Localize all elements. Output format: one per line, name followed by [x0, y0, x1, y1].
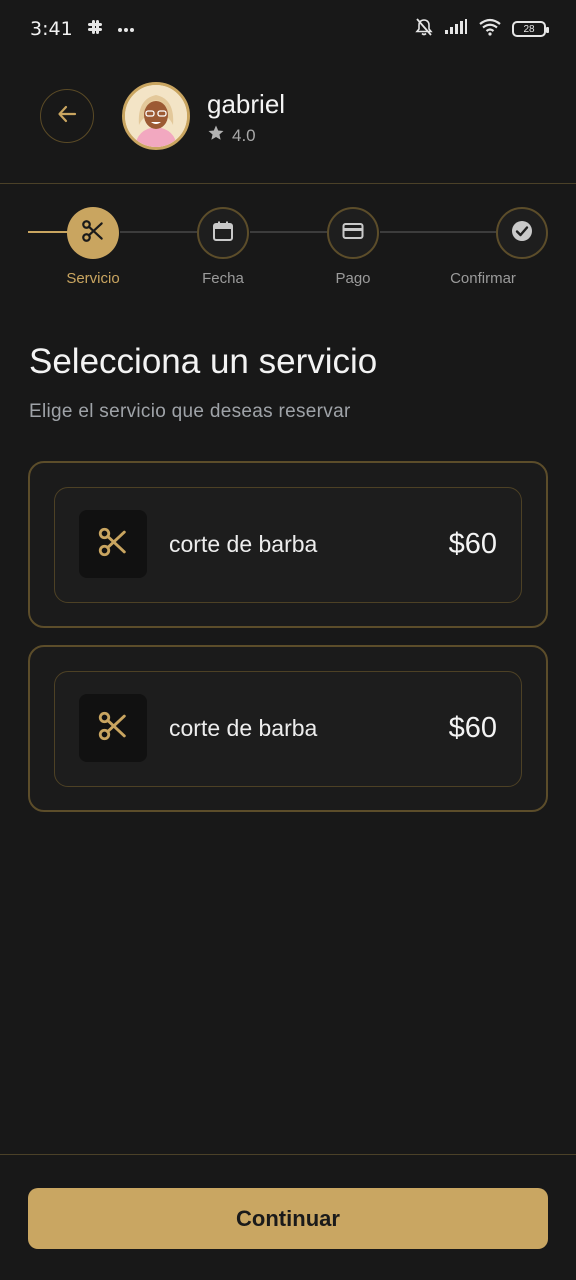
- continue-button[interactable]: Continuar: [28, 1188, 548, 1249]
- step-servicio[interactable]: [67, 207, 119, 259]
- service-card[interactable]: corte de barba $60: [28, 645, 548, 812]
- wifi-icon: [478, 18, 502, 41]
- service-option[interactable]: corte de barba $60: [54, 487, 522, 603]
- scissors-icon: [80, 218, 106, 249]
- rating-value: 4.0: [232, 125, 256, 145]
- service-price: $60: [448, 528, 497, 560]
- calendar-icon: [211, 219, 235, 248]
- status-bar: 3:41 28: [0, 0, 576, 58]
- service-price: $60: [448, 712, 497, 744]
- profile-rating: 4.0: [207, 124, 256, 147]
- service-icon-box: [79, 510, 147, 578]
- booking-stepper: Servicio Fecha Pago Confirmar: [0, 184, 576, 294]
- signal-icon: [444, 18, 468, 40]
- step-pago[interactable]: [327, 207, 379, 259]
- profile-name: gabriel: [207, 89, 286, 119]
- battery-level: 28: [523, 23, 535, 35]
- battery-icon: 28: [512, 21, 549, 37]
- stepper-line: [380, 231, 498, 233]
- header: gabriel 4.0: [0, 58, 576, 184]
- check-circle-icon: [510, 219, 534, 248]
- step-fecha[interactable]: [197, 207, 249, 259]
- back-button[interactable]: [40, 89, 94, 143]
- service-name: corte de barba: [169, 715, 318, 741]
- stepper-line: [120, 231, 198, 233]
- footer: Continuar: [0, 1154, 576, 1280]
- step-confirmar[interactable]: [496, 207, 548, 259]
- service-name: corte de barba: [169, 531, 318, 557]
- stepper-line: [250, 231, 328, 233]
- mute-icon: [414, 17, 434, 42]
- more-icon: [117, 20, 135, 38]
- avatar: [122, 82, 190, 150]
- step-label-confirmar: Confirmar: [450, 270, 516, 287]
- credit-card-icon: [341, 219, 365, 248]
- slack-icon: [87, 19, 103, 40]
- page-subtitle: Elige el servicio que deseas reservar: [29, 401, 351, 422]
- service-icon-box: [79, 694, 147, 762]
- step-label-servicio: Servicio: [66, 270, 120, 287]
- status-time: 3:41: [30, 18, 73, 40]
- step-label-pago: Pago: [335, 270, 371, 287]
- service-option[interactable]: corte de barba $60: [54, 671, 522, 787]
- arrow-left-icon: [56, 103, 78, 130]
- scissors-icon: [96, 525, 130, 564]
- scissors-icon: [96, 709, 130, 748]
- page-title: Selecciona un servicio: [29, 342, 378, 381]
- service-card[interactable]: corte de barba $60: [28, 461, 548, 628]
- step-label-fecha: Fecha: [202, 270, 244, 287]
- stepper-progress-line: [28, 231, 68, 233]
- star-icon: [207, 124, 225, 147]
